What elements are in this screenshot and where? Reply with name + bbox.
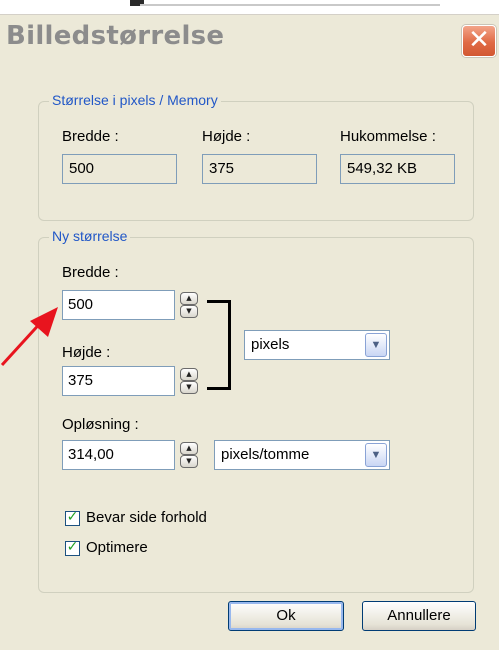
resolution-spinner[interactable]: ▲ ▼ (180, 442, 198, 468)
chevron-down-icon[interactable]: ▼ (365, 333, 387, 357)
cancel-button[interactable]: Annullere (362, 601, 476, 631)
close-icon: ✕ (468, 25, 490, 55)
width-spin-up-icon[interactable]: ▲ (180, 292, 198, 305)
height-spinner[interactable]: ▲ ▼ (180, 368, 198, 394)
close-button[interactable]: ✕ (462, 25, 496, 57)
new-width-input[interactable]: 500 (62, 290, 175, 320)
current-height-label: Højde : (202, 128, 251, 145)
new-height-input[interactable]: 375 (62, 366, 175, 396)
size-unit-select[interactable]: pixels ▼ (244, 330, 390, 360)
red-arrow-icon (0, 307, 58, 367)
dialog-title: Billedstørrelse (6, 21, 225, 51)
resolution-label: Opløsning : (62, 416, 139, 433)
chevron-down-icon[interactable]: ▼ (365, 443, 387, 467)
memory-value: 549,32 KB (340, 154, 455, 184)
new-size-legend: Ny størrelse (49, 228, 131, 244)
ok-button[interactable]: Ok (228, 601, 344, 631)
width-spinner[interactable]: ▲ ▼ (180, 292, 198, 318)
memory-label: Hukommelse : (340, 128, 436, 145)
background-shadow (140, 4, 440, 6)
checkmark-icon: ✓ (66, 539, 79, 555)
size-unit-value: pixels (251, 336, 290, 353)
current-height-value: 375 (202, 154, 317, 184)
current-width-value: 500 (62, 154, 177, 184)
resolution-spin-up-icon[interactable]: ▲ (180, 442, 198, 455)
keep-ratio-checkbox[interactable]: ✓ (65, 509, 80, 526)
current-size-group: Størrelse i pixels / Memory Bredde : 500… (38, 92, 474, 221)
link-bracket (207, 300, 231, 390)
keep-ratio-label[interactable]: Bevar side forhold (86, 509, 207, 526)
optimize-label[interactable]: Optimere (86, 539, 148, 556)
current-width-label: Bredde : (62, 128, 119, 145)
title-bar[interactable]: Billedstørrelse ✕ (0, 15, 499, 61)
resolution-unit-value: pixels/tomme (221, 446, 310, 463)
width-spin-down-icon[interactable]: ▼ (180, 305, 198, 318)
resize-dialog: Billedstørrelse ✕ Størrelse i pixels / M… (0, 14, 499, 650)
new-width-label: Bredde : (62, 264, 119, 281)
resolution-spin-down-icon[interactable]: ▼ (180, 455, 198, 468)
optimize-checkbox[interactable]: ✓ (65, 539, 80, 556)
background-strip (0, 0, 499, 8)
resolution-unit-select[interactable]: pixels/tomme ▼ (214, 440, 390, 470)
resolution-input[interactable]: 314,00 (62, 440, 175, 470)
height-spin-down-icon[interactable]: ▼ (180, 381, 198, 394)
new-size-group: Ny størrelse Bredde : 500 ▲ ▼ Højde : 37… (38, 228, 474, 593)
checkmark-icon: ✓ (66, 509, 79, 525)
current-size-legend: Størrelse i pixels / Memory (49, 92, 221, 108)
height-spin-up-icon[interactable]: ▲ (180, 368, 198, 381)
